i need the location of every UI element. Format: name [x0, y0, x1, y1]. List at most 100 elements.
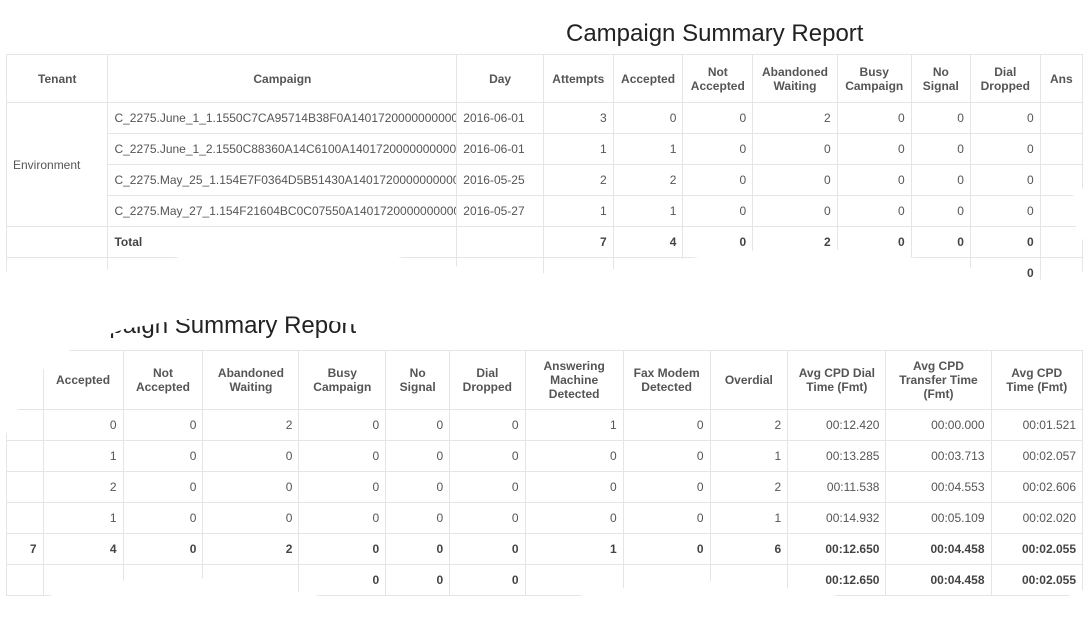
col-accepted: Accepted: [43, 351, 123, 410]
table-row: Environment C_2275.June_1_1.1550C7CA9571…: [7, 103, 1083, 134]
cell-overdial: 2: [710, 472, 788, 503]
cell-day: 2016-06-01: [457, 134, 544, 165]
cell-blank: [525, 565, 623, 596]
cell-no-signal: 0: [911, 196, 970, 227]
cell-day: 2016-05-25: [457, 165, 544, 196]
cell-avg-xfer: 00:04.458: [886, 534, 991, 565]
cell-not-accepted: 0: [683, 165, 753, 196]
report-table-left: Tenant Campaign Day Attempts Accepted No…: [6, 54, 1083, 289]
col-avg-xfer: Avg CPD Transfer Time (Fmt): [886, 351, 991, 410]
cell-abandoned: 0: [753, 196, 838, 227]
cell-attempts: 1: [543, 134, 613, 165]
col-accepted: Accepted: [613, 55, 683, 103]
cell-dropped: 0: [450, 410, 525, 441]
cell-blank: [108, 258, 457, 289]
cell-amd: 0: [525, 441, 623, 472]
table-extra-row: 2 0 0 0: [7, 258, 1083, 289]
cell-cut: [1040, 165, 1082, 196]
col-fax: Fax Modem Detected: [623, 351, 710, 410]
cell-busy: 0: [299, 472, 386, 503]
cell-amd: 1: [525, 534, 623, 565]
col-not-accepted: Not Accepted: [123, 351, 203, 410]
cell-campaign: C_2275.May_27_1.154F21604BC0C07550A14017…: [108, 196, 457, 227]
cell-blank: [457, 258, 544, 289]
table-row: C_2275.June_1_2.1550C88360A14C6100A14017…: [7, 134, 1083, 165]
cell-avg-cpd: 00:02.055: [991, 534, 1083, 565]
cell-abandoned: 0: [203, 441, 299, 472]
cell-not-accepted: 0: [123, 534, 203, 565]
cell-dropped: 0: [970, 103, 1040, 134]
cell-no-signal: 0: [386, 441, 450, 472]
table-row: 1 0 0 0 0 0 0 0 1 00:14.932 00:05.109 00…: [7, 503, 1083, 534]
cell-not-accepted: 0: [123, 441, 203, 472]
cell-avg-cpd: 00:02.020: [991, 503, 1083, 534]
cell-cut: [1040, 258, 1082, 289]
cell-busy: 0: [837, 165, 911, 196]
cell-avg-dial: 00:14.932: [788, 503, 886, 534]
cell-campaign: C_2275.June_1_1.1550C7CA95714B38F0A14017…: [108, 103, 457, 134]
cell-campaign: C_2275.May_25_1.154E7F0364D5B51430A14017…: [108, 165, 457, 196]
cell-not-accepted: 0: [123, 410, 203, 441]
col-ans-cut: Ans: [1040, 55, 1082, 103]
cell-no-signal: 0: [911, 258, 970, 289]
cell-blank: [710, 565, 788, 596]
cell-no-signal: 0: [386, 534, 450, 565]
cell-no-signal: 0: [386, 503, 450, 534]
report-panel-right: ampaign Summary Report s Accepted Not Ac…: [6, 314, 1083, 614]
col-tenant: Tenant: [7, 55, 108, 103]
cell-dropped: 0: [450, 441, 525, 472]
cell-avg-xfer: 00:05.109: [886, 503, 991, 534]
cell-blank: [123, 565, 203, 596]
cell-no-signal: 0: [911, 165, 970, 196]
cell-dropped: 0: [450, 534, 525, 565]
table-row: 2 0 0 0 0 0 0 0 2 00:11.538 00:04.553 00…: [7, 472, 1083, 503]
cell-busy: 0: [299, 534, 386, 565]
report-table-right: s Accepted Not Accepted Abandoned Waitin…: [6, 350, 1083, 596]
cell-avg-dial: 00:12.420: [788, 410, 886, 441]
cell-not-accepted: 0: [683, 196, 753, 227]
cell-abandoned: 0: [203, 472, 299, 503]
cell-abandoned: 2: [753, 103, 838, 134]
col-s-cut: s: [7, 351, 44, 410]
cell-accepted: 0: [43, 410, 123, 441]
cell-not-accepted: 0: [683, 227, 753, 258]
cell-busy: 0: [837, 227, 911, 258]
cell-cut: [1040, 227, 1082, 258]
cell-no-signal: 0: [386, 410, 450, 441]
col-no-signal: No Signal: [911, 55, 970, 103]
cell-cut: [1040, 134, 1082, 165]
col-avg-cpd: Avg CPD Time (Fmt): [991, 351, 1083, 410]
cell-accepted: 1: [613, 134, 683, 165]
cell-blank: [7, 258, 108, 289]
cell-avg-dial: 00:13.285: [788, 441, 886, 472]
cell-busy: 0: [299, 565, 386, 596]
cell-attempts: 2: [543, 165, 613, 196]
cell-blank: [203, 565, 299, 596]
cell-no-signal: 0: [386, 565, 450, 596]
cell-fax: 0: [623, 410, 710, 441]
col-attempts: Attempts: [543, 55, 613, 103]
cell-blank: [623, 565, 710, 596]
report-panel-left: Campaign Summary Report Tenant Campaign …: [6, 22, 1083, 282]
cell-not-accepted: 0: [683, 134, 753, 165]
cell-attempts: 3: [543, 103, 613, 134]
cell-abandoned: 0: [753, 165, 838, 196]
col-not-accepted: Not Accepted: [683, 55, 753, 103]
cell-s: 7: [7, 534, 44, 565]
col-campaign: Campaign: [108, 55, 457, 103]
cell-avg-cpd: 00:02.057: [991, 441, 1083, 472]
col-abandoned: Abandoned Waiting: [753, 55, 838, 103]
col-avg-dial: Avg CPD Dial Time (Fmt): [788, 351, 886, 410]
cell-amd: 0: [525, 503, 623, 534]
cell-attempts: 1: [543, 196, 613, 227]
cell-avg-xfer: 00:03.713: [886, 441, 991, 472]
cell-avg-xfer: 00:04.553: [886, 472, 991, 503]
cell-accepted: 4: [43, 534, 123, 565]
cell-abandoned: 0: [753, 134, 838, 165]
cell-overdial: 6: [710, 534, 788, 565]
cell-avg-cpd: 00:02.055: [991, 565, 1083, 596]
cell-no-signal: 0: [386, 472, 450, 503]
cell-abandoned: 2: [203, 534, 299, 565]
cell-no-signal: 0: [911, 103, 970, 134]
table-row: C_2275.May_27_1.154F21604BC0C07550A14017…: [7, 196, 1083, 227]
